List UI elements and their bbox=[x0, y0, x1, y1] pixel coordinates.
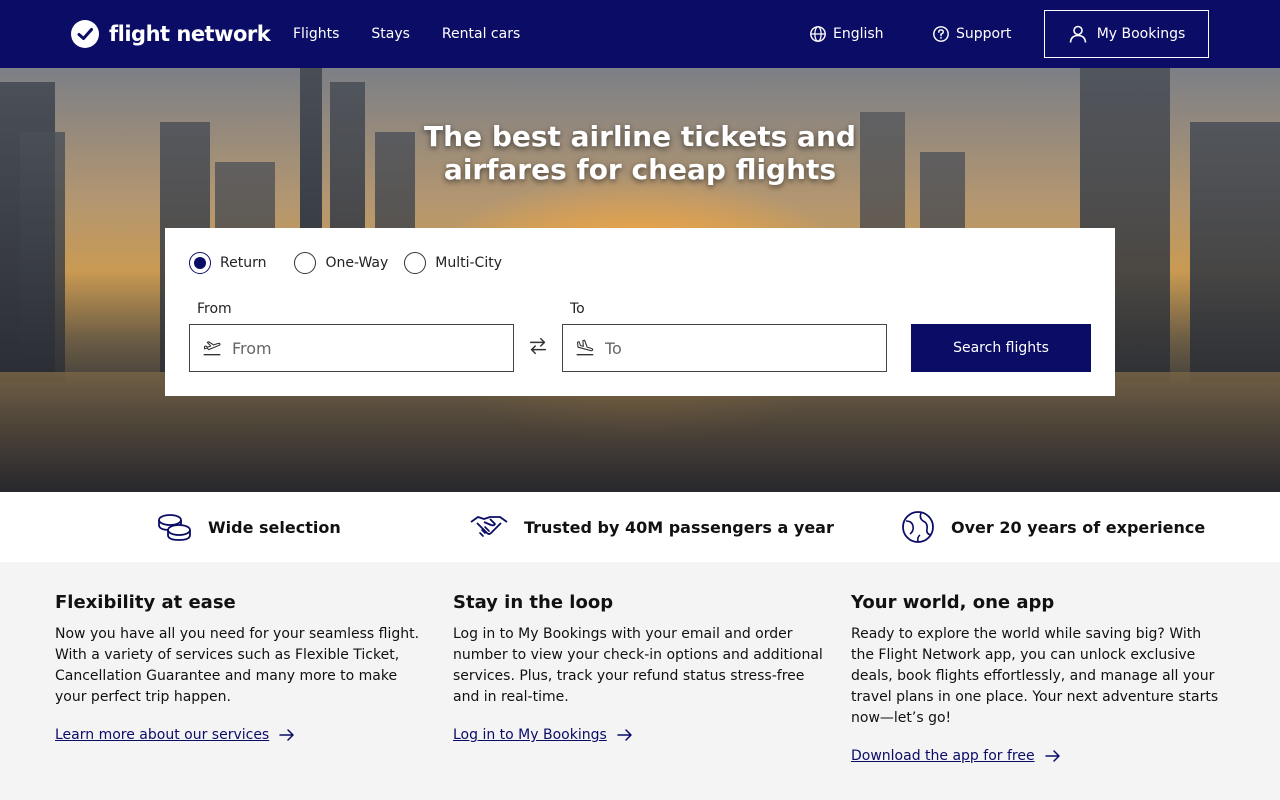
help-circle-icon bbox=[933, 26, 949, 42]
info-text: Ready to explore the world while saving … bbox=[851, 626, 1219, 726]
hero-title: The best airline tickets and airfares fo… bbox=[424, 120, 856, 186]
my-bookings-button[interactable]: My Bookings bbox=[1044, 10, 1209, 58]
plane-takeoff-icon bbox=[203, 341, 221, 356]
nav-stays[interactable]: Stays bbox=[371, 26, 410, 42]
radio-selected[interactable] bbox=[189, 252, 211, 274]
info-link-label: Learn more about our services bbox=[55, 727, 270, 743]
trip-type-label: One-Way bbox=[325, 255, 389, 271]
learn-more-services-link[interactable]: Learn more about our services bbox=[55, 727, 295, 743]
trip-type-label: Return bbox=[220, 255, 267, 271]
coins-icon bbox=[158, 514, 191, 541]
language-selector[interactable]: English bbox=[809, 0, 884, 68]
info-title: Flexibility at ease bbox=[55, 592, 236, 613]
trust-wide-selection: Wide selection bbox=[156, 492, 341, 562]
login-my-bookings-link[interactable]: Log in to My Bookings bbox=[453, 727, 633, 743]
to-label: To bbox=[570, 301, 585, 317]
trust-bar: Wide selection Trusted by 40M passengers… bbox=[0, 492, 1280, 562]
trip-type-label: Multi-City bbox=[435, 255, 502, 271]
user-icon bbox=[1069, 25, 1086, 43]
info-title: Stay in the loop bbox=[453, 592, 614, 613]
globe-icon bbox=[902, 511, 934, 543]
trip-type-group: Return One-Way Multi-City bbox=[189, 252, 532, 274]
info-stay-in-loop: Stay in the loop Log in to My Bookings w… bbox=[453, 592, 823, 743]
brand-logo[interactable]: flight network bbox=[71, 19, 271, 49]
trust-experience: Over 20 years of experience bbox=[901, 492, 1205, 562]
my-bookings-label: My Bookings bbox=[1096, 26, 1186, 42]
brand-name: flight network bbox=[109, 22, 271, 46]
from-input[interactable] bbox=[232, 338, 492, 358]
trust-label: Over 20 years of experience bbox=[951, 517, 1206, 537]
trip-type-multi-city[interactable]: Multi-City bbox=[404, 252, 502, 274]
download-app-link[interactable]: Download the app for free bbox=[851, 748, 1061, 764]
info-flexibility: Flexibility at ease Now you have all you… bbox=[55, 592, 425, 743]
trip-type-one-way[interactable]: One-Way bbox=[294, 252, 388, 274]
nav-rental-cars[interactable]: Rental cars bbox=[442, 26, 520, 42]
support-link[interactable]: Support bbox=[932, 0, 1011, 68]
top-header: flight network Flights Stays Rental cars… bbox=[0, 0, 1280, 68]
info-link-label: Download the app for free bbox=[851, 748, 1035, 764]
from-label: From bbox=[197, 301, 232, 317]
skyline-building bbox=[20, 132, 65, 382]
info-title: Your world, one app bbox=[851, 592, 1055, 613]
radio-unselected[interactable] bbox=[294, 252, 317, 274]
check-logo-icon bbox=[71, 20, 99, 48]
trip-type-return[interactable]: Return bbox=[189, 252, 266, 274]
from-field[interactable] bbox=[189, 324, 514, 372]
info-app: Your world, one app Ready to explore the… bbox=[851, 592, 1221, 764]
trust-label: Wide selection bbox=[208, 517, 341, 537]
to-field[interactable] bbox=[562, 324, 887, 372]
main-nav: Flights Stays Rental cars bbox=[293, 0, 520, 68]
support-label: Support bbox=[956, 26, 1012, 42]
arrow-right-icon bbox=[617, 729, 632, 741]
arrow-right-icon bbox=[279, 729, 294, 741]
info-text: Log in to My Bookings with your email an… bbox=[453, 626, 823, 705]
nav-flights[interactable]: Flights bbox=[293, 26, 339, 42]
trust-label: Trusted by 40M passengers a year bbox=[524, 517, 834, 537]
handshake-icon bbox=[470, 516, 508, 537]
arrow-right-icon bbox=[1044, 750, 1060, 762]
skyline-building bbox=[1190, 122, 1280, 382]
info-link-label: Log in to My Bookings bbox=[453, 727, 607, 743]
search-flights-button[interactable]: Search flights bbox=[911, 324, 1091, 372]
to-input[interactable] bbox=[605, 338, 865, 358]
flight-search-card: Return One-Way Multi-City From To Search… bbox=[165, 228, 1115, 396]
plane-landing-icon bbox=[576, 339, 594, 356]
swap-icon[interactable] bbox=[527, 335, 549, 357]
radio-unselected[interactable] bbox=[404, 252, 427, 274]
globe-icon bbox=[810, 26, 826, 42]
language-label: English bbox=[833, 26, 884, 42]
trust-passengers: Trusted by 40M passengers a year bbox=[470, 492, 834, 562]
info-text: Now you have all you need for your seaml… bbox=[55, 626, 420, 705]
